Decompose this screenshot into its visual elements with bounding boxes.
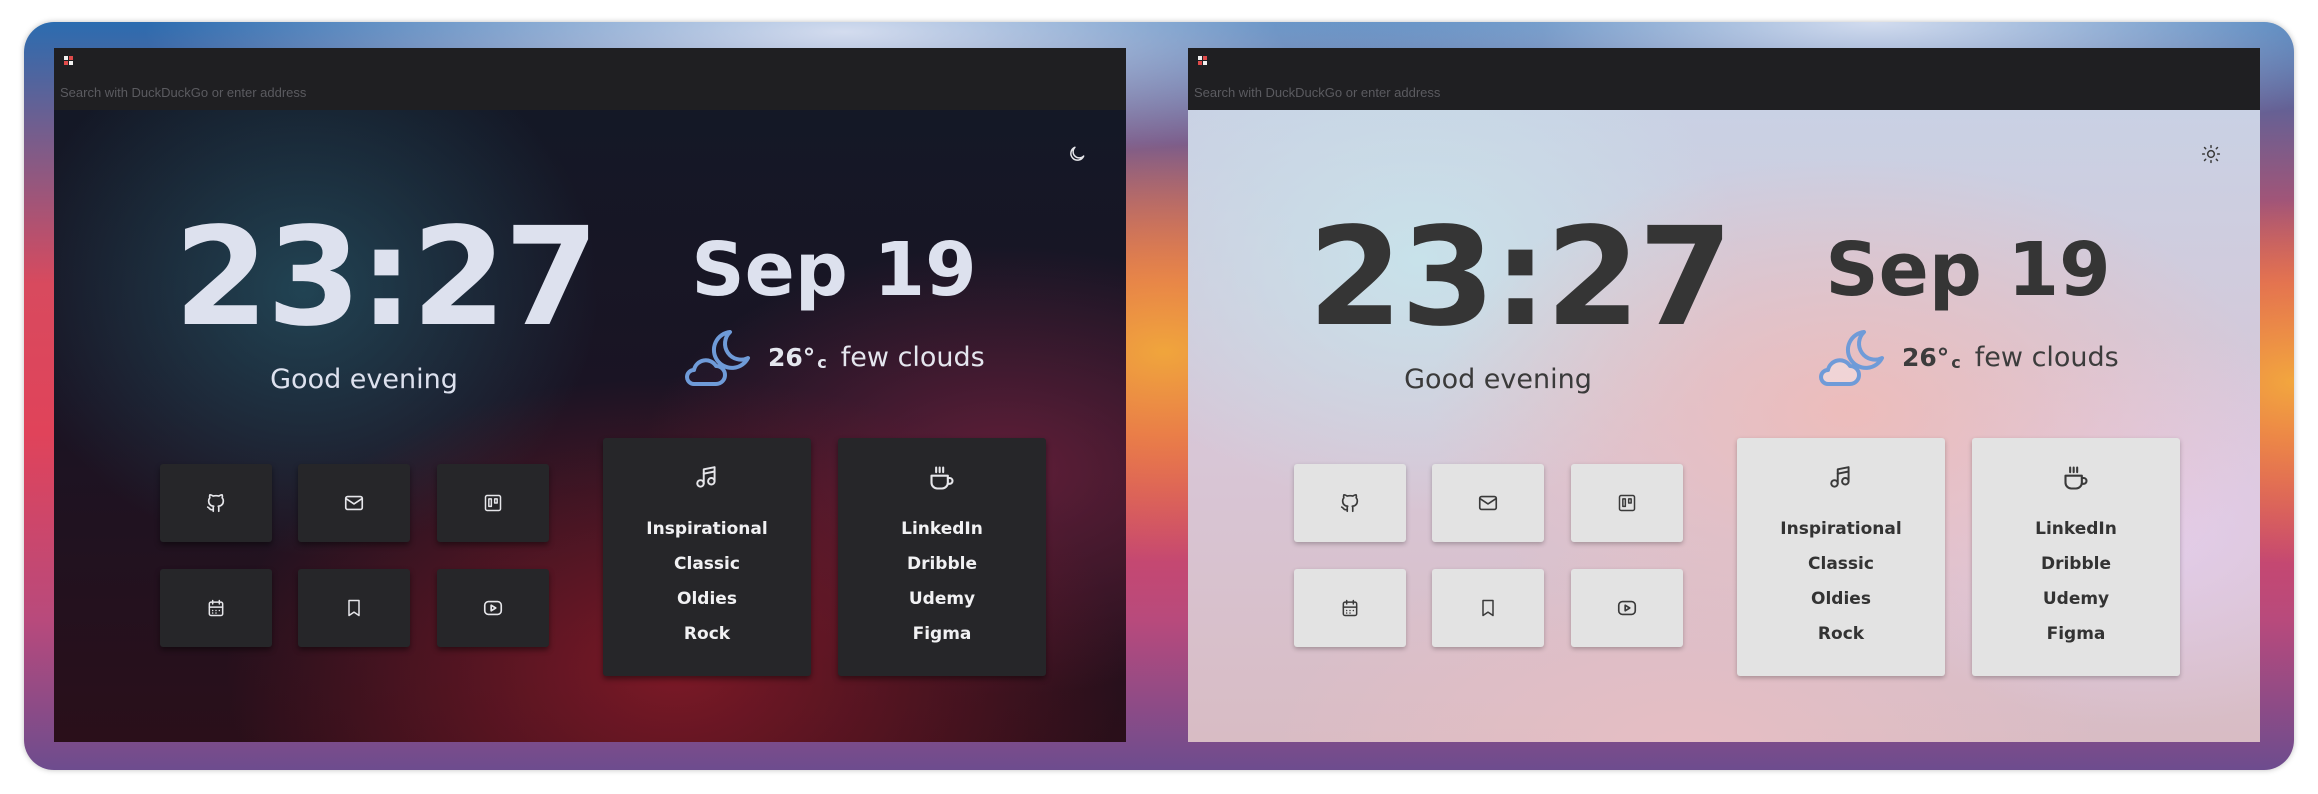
music-icon bbox=[693, 464, 721, 492]
temperature-unit: c bbox=[1951, 352, 1961, 372]
date-display: Sep 19 bbox=[691, 227, 977, 313]
temperature: 26° bbox=[768, 342, 816, 372]
browser-toolbar: Search with DuckDuckGo or enter address bbox=[1188, 48, 2260, 110]
links-card: LinkedIn Dribble Udemy Figma bbox=[1972, 438, 2180, 676]
new-tab-page: 23:27 Good evening Sep 19 26° c few cloud… bbox=[1188, 110, 2260, 742]
browser-toolbar: Search with DuckDuckGo or enter address bbox=[54, 48, 1126, 110]
trello-icon bbox=[1618, 494, 1636, 512]
browser-window-dark: Search with DuckDuckGo or enter address … bbox=[54, 48, 1126, 742]
shortcut-mail[interactable] bbox=[298, 464, 410, 542]
moon-icon[interactable] bbox=[1065, 142, 1089, 166]
moon-cloud-icon bbox=[1819, 330, 1884, 386]
youtube-icon bbox=[483, 600, 503, 616]
bookmark-icon bbox=[348, 599, 360, 617]
temperature: 26° bbox=[1902, 342, 1950, 372]
mail-icon bbox=[1478, 495, 1498, 511]
music-link-rock[interactable]: Rock bbox=[1818, 617, 1864, 652]
link-udemy[interactable]: Udemy bbox=[2043, 582, 2109, 617]
new-tab-page: 23:27 Good evening Sep 19 26° c few cloud… bbox=[54, 110, 1126, 742]
link-dribble[interactable]: Dribble bbox=[2041, 547, 2111, 582]
link-figma[interactable]: Figma bbox=[2047, 617, 2106, 652]
favicon-icon bbox=[1198, 56, 1208, 65]
link-dribble[interactable]: Dribble bbox=[907, 547, 977, 582]
shortcut-mail[interactable] bbox=[1432, 464, 1544, 542]
shortcut-github[interactable] bbox=[160, 464, 272, 542]
mail-icon bbox=[344, 495, 364, 511]
date-display: Sep 19 bbox=[1825, 227, 2111, 313]
clock: 23:27 bbox=[1308, 199, 1733, 357]
shortcut-youtube[interactable] bbox=[437, 569, 549, 647]
link-linkedin[interactable]: LinkedIn bbox=[2035, 512, 2117, 547]
music-link-inspirational[interactable]: Inspirational bbox=[646, 512, 767, 547]
coffee-icon bbox=[2062, 464, 2090, 492]
sun-icon[interactable] bbox=[2199, 142, 2223, 166]
browser-window-light: Search with DuckDuckGo or enter address … bbox=[1188, 48, 2260, 742]
links-card: LinkedIn Dribble Udemy Figma bbox=[838, 438, 1046, 676]
coffee-icon bbox=[928, 464, 956, 492]
music-link-classic[interactable]: Classic bbox=[1808, 547, 1874, 582]
weather-description: few clouds bbox=[1974, 341, 2119, 373]
favicon-icon bbox=[64, 56, 74, 65]
link-figma[interactable]: Figma bbox=[913, 617, 972, 652]
music-card: Inspirational Classic Oldies Rock bbox=[603, 438, 811, 676]
music-link-oldies[interactable]: Oldies bbox=[677, 582, 737, 617]
music-icon bbox=[1827, 464, 1855, 492]
shortcut-calendar[interactable] bbox=[160, 569, 272, 647]
github-icon bbox=[1340, 493, 1359, 513]
music-card: Inspirational Classic Oldies Rock bbox=[1737, 438, 1945, 676]
shortcut-trello[interactable] bbox=[1571, 464, 1683, 542]
screenshot-stage: Search with DuckDuckGo or enter address … bbox=[0, 0, 2318, 794]
music-link-inspirational[interactable]: Inspirational bbox=[1780, 512, 1901, 547]
weather-widget: 26° c few clouds bbox=[684, 322, 985, 392]
music-link-rock[interactable]: Rock bbox=[684, 617, 730, 652]
clock: 23:27 bbox=[174, 199, 599, 357]
github-icon bbox=[206, 493, 225, 513]
weather-widget: 26° c few clouds bbox=[1818, 322, 2119, 392]
shortcut-github[interactable] bbox=[1294, 464, 1406, 542]
shortcut-calendar[interactable] bbox=[1294, 569, 1406, 647]
shortcut-bookmark[interactable] bbox=[298, 569, 410, 647]
greeting-text: Good evening bbox=[1404, 364, 1592, 395]
weather-description: few clouds bbox=[840, 341, 985, 373]
calendar-icon bbox=[1342, 599, 1358, 617]
address-bar[interactable]: Search with DuckDuckGo or enter address bbox=[1194, 85, 1440, 100]
youtube-icon bbox=[1617, 600, 1637, 616]
shortcut-bookmark[interactable] bbox=[1432, 569, 1544, 647]
link-udemy[interactable]: Udemy bbox=[909, 582, 975, 617]
bookmark-icon bbox=[1482, 599, 1494, 617]
shortcut-youtube[interactable] bbox=[1571, 569, 1683, 647]
greeting-text: Good evening bbox=[270, 364, 458, 395]
music-link-oldies[interactable]: Oldies bbox=[1811, 582, 1871, 617]
trello-icon bbox=[484, 494, 502, 512]
address-bar[interactable]: Search with DuckDuckGo or enter address bbox=[60, 85, 306, 100]
music-link-classic[interactable]: Classic bbox=[674, 547, 740, 582]
temperature-unit: c bbox=[817, 352, 827, 372]
link-linkedin[interactable]: LinkedIn bbox=[901, 512, 983, 547]
calendar-icon bbox=[208, 599, 224, 617]
moon-cloud-icon bbox=[685, 330, 750, 386]
shortcut-trello[interactable] bbox=[437, 464, 549, 542]
